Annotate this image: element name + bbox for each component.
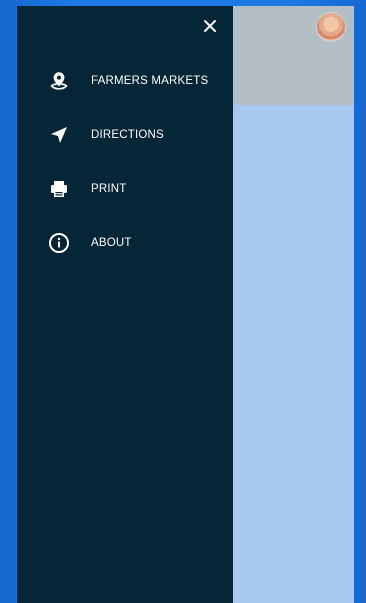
menu-item-label: FARMERS MARKETS	[91, 75, 209, 87]
navigation-drawer: FARMERS MARKETS DIRECTIONS PRINT ABOUT	[17, 6, 233, 603]
menu-item-print[interactable]: PRINT	[17, 162, 233, 216]
menu-item-about[interactable]: ABOUT	[17, 216, 233, 270]
map-pin-icon	[47, 69, 71, 93]
menu-item-directions[interactable]: DIRECTIONS	[17, 108, 233, 162]
drawer-menu: FARMERS MARKETS DIRECTIONS PRINT ABOUT	[17, 54, 233, 270]
menu-item-label: PRINT	[91, 183, 127, 195]
navigation-arrow-icon	[47, 123, 71, 147]
menu-item-label: DIRECTIONS	[91, 129, 164, 141]
menu-item-farmers-markets[interactable]: FARMERS MARKETS	[17, 54, 233, 108]
app-frame: FARMERS MARKETS DIRECTIONS PRINT ABOUT	[17, 6, 354, 603]
user-avatar[interactable]	[317, 13, 345, 41]
app-window: FARMERS MARKETS DIRECTIONS PRINT ABOUT	[0, 0, 366, 603]
close-icon[interactable]	[200, 16, 220, 36]
info-icon	[47, 231, 71, 255]
menu-item-label: ABOUT	[91, 237, 132, 249]
printer-icon	[47, 177, 71, 201]
